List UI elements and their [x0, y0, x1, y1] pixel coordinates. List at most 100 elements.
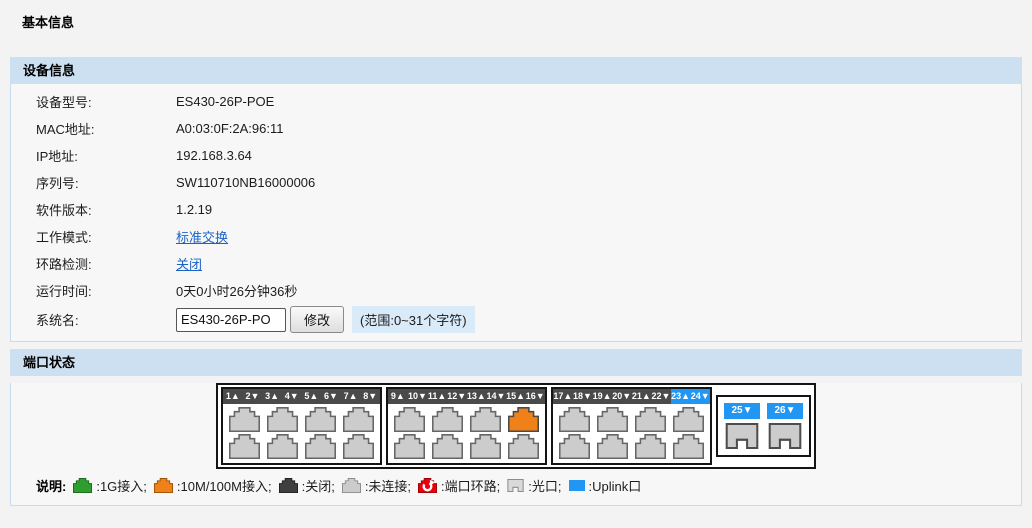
legend-label: :未连接;	[365, 476, 411, 495]
info-row: 软件版本:1.2.19	[11, 196, 1021, 223]
port-label-17: 17▲	[553, 389, 573, 404]
port-status-section: 端口状态 1▲2▼3▲4▼5▲6▼7▲8▼ 9▲10▼11▲12▼13▲14▼15…	[10, 349, 1022, 506]
port-rj45-18	[559, 434, 590, 459]
port-rj45-13	[470, 407, 501, 432]
legend-rj45-icon	[154, 478, 173, 493]
port-legend: 说明: :1G接入; :10M/100M接入; :关闭; :未连接; :端口环路; :光口…	[36, 476, 1021, 505]
port-rj45-11	[432, 407, 463, 432]
info-value: ES430-26P-POE	[176, 94, 274, 109]
port-label-19: 19▲	[592, 389, 612, 404]
legend-rj45-icon	[73, 478, 92, 493]
info-label: MAC地址:	[11, 119, 176, 138]
port-rj45-17	[559, 407, 590, 432]
port-label-13: 13▲	[467, 389, 487, 404]
port-rj45-24	[673, 434, 704, 459]
info-row: IP地址:192.168.3.64	[11, 142, 1021, 169]
modify-button[interactable]: 修改	[290, 306, 344, 333]
page-title: 基本信息	[0, 0, 1032, 31]
port-rj45-3	[267, 407, 298, 432]
system-name-hint: (范围:0~31个字符)	[352, 306, 475, 333]
fiber-port-label-26: 26▼	[767, 403, 803, 419]
legend-uplink-icon	[569, 480, 585, 491]
port-rj45-10	[394, 434, 425, 459]
info-row: 工作模式:标准交换	[11, 223, 1021, 250]
system-name-label: 系统名:	[11, 310, 176, 329]
port-rj45-2	[229, 434, 260, 459]
port-label-1: 1▲	[223, 389, 243, 404]
info-row: 环路检测:关闭	[11, 250, 1021, 277]
system-name-row: 系统名: 修改 (范围:0~31个字符)	[11, 304, 1021, 341]
port-status-header: 端口状态	[10, 349, 1022, 376]
legend-sfp-icon	[507, 479, 524, 492]
fiber-port-label-25: 25▼	[724, 403, 760, 419]
port-rj45-5	[305, 407, 336, 432]
info-row: MAC地址:A0:03:0F:2A:96:11	[11, 115, 1021, 142]
port-label-10: 10▼	[408, 389, 428, 404]
legend-item: :10M/100M接入;	[147, 476, 272, 495]
port-group: 17▲18▼19▲20▼21▲22▼23▲24▼	[551, 387, 712, 465]
legend-item: :光口;	[500, 476, 561, 495]
fiber-sfp-26	[768, 423, 802, 449]
port-rj45-16	[508, 434, 539, 459]
info-value: 192.168.3.64	[176, 148, 252, 163]
port-label-6: 6▼	[321, 389, 341, 404]
info-value-link[interactable]: 标准交换	[176, 227, 228, 246]
port-label-2: 2▼	[243, 389, 263, 404]
device-info-body: 设备型号:ES430-26P-POEMAC地址:A0:03:0F:2A:96:1…	[10, 84, 1022, 342]
port-label-14: 14▼	[486, 389, 506, 404]
port-status-body: 1▲2▼3▲4▼5▲6▼7▲8▼9▲10▼11▲12▼13▲14▼15▲16▼1…	[10, 383, 1022, 506]
info-value: 0天0小时26分钟36秒	[176, 281, 297, 300]
port-label-21: 21▲	[632, 389, 652, 404]
info-label: 运行时间:	[11, 281, 176, 300]
port-rj45-1	[229, 407, 260, 432]
port-label-20: 20▼	[612, 389, 632, 404]
port-grid	[388, 404, 545, 463]
legend-label: :端口环路;	[441, 476, 500, 495]
legend-label: :1G接入;	[96, 476, 147, 495]
legend-item: :未连接;	[335, 476, 411, 495]
port-rj45-6	[305, 434, 336, 459]
port-label-8: 8▼	[360, 389, 380, 404]
port-grid	[553, 404, 710, 463]
port-label-16: 16▼	[525, 389, 545, 404]
port-rj45-9	[394, 407, 425, 432]
legend-title: 说明:	[36, 476, 66, 495]
port-panel: 1▲2▼3▲4▼5▲6▼7▲8▼9▲10▼11▲12▼13▲14▼15▲16▼1…	[216, 383, 816, 469]
port-label-24: 24▼	[690, 389, 710, 404]
port-label-7: 7▲	[341, 389, 361, 404]
device-info-header: 设备信息	[10, 57, 1022, 84]
legend-item: :1G接入;	[66, 476, 147, 495]
port-label-15: 15▲	[506, 389, 526, 404]
port-rj45-7	[343, 407, 374, 432]
info-label: IP地址:	[11, 146, 176, 165]
legend-rj45-icon	[279, 478, 298, 493]
port-rj45-20	[597, 434, 628, 459]
port-group-header: 1▲2▼3▲4▼5▲6▼7▲8▼	[223, 389, 380, 404]
info-label: 序列号:	[11, 173, 176, 192]
legend-label: :关闭;	[302, 476, 335, 495]
port-rj45-22	[635, 434, 666, 459]
info-value-link[interactable]: 关闭	[176, 254, 202, 273]
info-label: 软件版本:	[11, 200, 176, 219]
info-row: 运行时间:0天0小时26分钟36秒	[11, 277, 1021, 304]
fiber-sfp-25	[725, 423, 759, 449]
info-value: SW110710NB16000006	[176, 175, 315, 190]
port-rj45-4	[267, 434, 298, 459]
legend-label: :光口;	[528, 476, 561, 495]
info-row: 序列号:SW110710NB16000006	[11, 169, 1021, 196]
legend-loop-icon	[418, 478, 437, 493]
info-label: 设备型号:	[11, 92, 176, 111]
legend-rj45-icon	[342, 478, 361, 493]
port-rj45-14	[470, 434, 501, 459]
port-group: 9▲10▼11▲12▼13▲14▼15▲16▼	[386, 387, 547, 465]
legend-label: :Uplink口	[589, 476, 642, 495]
port-rj45-15	[508, 407, 539, 432]
port-label-3: 3▲	[262, 389, 282, 404]
legend-label: :10M/100M接入;	[177, 476, 272, 495]
system-name-input[interactable]	[176, 308, 286, 332]
port-rj45-19	[597, 407, 628, 432]
port-group-header: 17▲18▼19▲20▼21▲22▼23▲24▼	[553, 389, 710, 404]
info-value: A0:03:0F:2A:96:11	[176, 121, 283, 136]
info-label: 工作模式:	[11, 227, 176, 246]
port-label-4: 4▼	[282, 389, 302, 404]
